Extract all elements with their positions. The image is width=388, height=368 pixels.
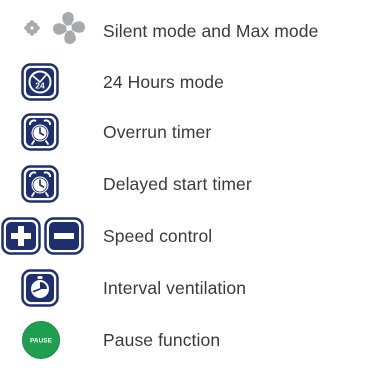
- legend-label: Delayed start timer: [103, 174, 252, 194]
- legend-item-interval-ventilation: Interval ventilation: [0, 264, 388, 316]
- pause-icon-text: PAUSE: [30, 338, 53, 345]
- plus-icon: [1, 217, 41, 255]
- pause-button-icon: PAUSE: [0, 316, 90, 368]
- interval-clock-icon: [0, 264, 90, 316]
- alarm-clock-icon: [0, 108, 90, 160]
- clock-24-icon: 24: [0, 58, 90, 110]
- legend-item-24-hours: 24 24 Hours mode: [0, 58, 388, 110]
- legend-item-pause: PAUSE Pause function: [0, 316, 388, 368]
- large-fan-icon: [53, 12, 85, 44]
- legend-label: Overrun timer: [103, 122, 212, 142]
- legend-item-delayed-start: Delayed start timer: [0, 160, 388, 212]
- legend-label: 24 Hours mode: [103, 72, 224, 92]
- legend-item-speed-control: Speed control: [0, 212, 388, 264]
- small-fan-icon: [24, 20, 40, 36]
- legend-label: Interval ventilation: [103, 278, 247, 298]
- legend-label: Pause function: [103, 330, 221, 350]
- legend-label: Speed control: [103, 226, 213, 246]
- legend-item-overrun-timer: Overrun timer: [0, 108, 388, 160]
- fan-icon: [0, 7, 90, 59]
- minus-icon: [44, 217, 84, 255]
- clock-24-text: 24: [35, 81, 45, 91]
- alarm-clock-icon: [0, 160, 90, 212]
- legend-item-silent-max: Silent mode and Max mode: [0, 7, 388, 59]
- icon-legend: Silent mode and Max mode 24 24 Hours mod…: [0, 0, 388, 363]
- plus-minus-icon: [0, 212, 90, 264]
- legend-label: Silent mode and Max mode: [103, 21, 319, 41]
